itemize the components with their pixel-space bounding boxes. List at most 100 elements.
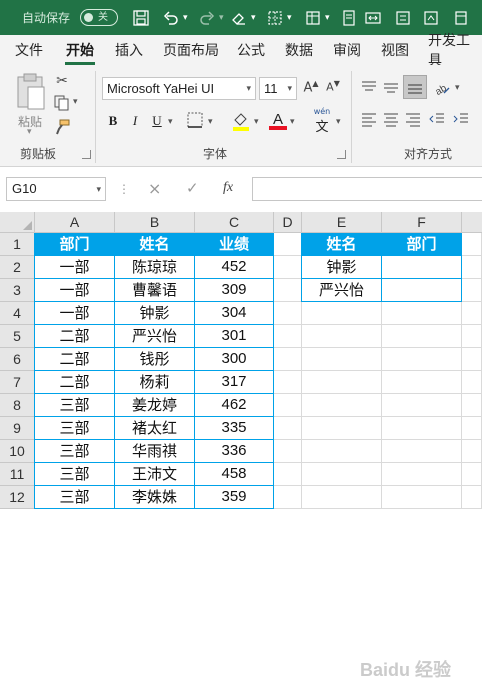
cell-d6[interactable]	[274, 348, 302, 371]
row-header[interactable]: 9	[0, 417, 35, 440]
undo-dropdown-icon[interactable]: ▾	[183, 0, 188, 35]
cell-g10[interactable]	[462, 440, 482, 463]
cell-g12[interactable]	[462, 486, 482, 509]
cell-c11[interactable]: 458	[195, 463, 274, 486]
cell-c1[interactable]: 业绩	[195, 233, 274, 256]
cell-a12[interactable]: 三部	[35, 486, 115, 509]
tab-page-layout[interactable]: 页面布局	[163, 35, 219, 65]
cell-e11[interactable]	[302, 463, 382, 486]
cell-f4[interactable]	[382, 302, 462, 325]
column-header-d[interactable]: D	[274, 212, 302, 233]
cell-f11[interactable]	[382, 463, 462, 486]
phonetic-guide-icon[interactable]: wén 文	[310, 107, 334, 135]
cell-f9[interactable]	[382, 417, 462, 440]
cell-g6[interactable]	[462, 348, 482, 371]
eraser-icon[interactable]	[228, 0, 250, 35]
decrease-indent-icon[interactable]	[428, 111, 448, 129]
copy-icon[interactable]	[52, 95, 72, 115]
cell-c9[interactable]: 335	[195, 417, 274, 440]
cell-f5[interactable]	[382, 325, 462, 348]
cell-e4[interactable]	[302, 302, 382, 325]
cell-f8[interactable]	[382, 394, 462, 417]
cell-b8[interactable]: 姜龙婷	[115, 394, 195, 417]
cell-b12[interactable]: 李姝姝	[115, 486, 195, 509]
borders-dropdown-icon[interactable]: ▾	[208, 117, 213, 127]
column-header-g[interactable]	[462, 212, 482, 233]
row-header[interactable]: 5	[0, 325, 35, 348]
autosave-toggle[interactable]: 关	[80, 9, 118, 26]
row-header[interactable]: 3	[0, 279, 35, 302]
print-preview-icon[interactable]	[338, 0, 360, 35]
cell-g11[interactable]	[462, 463, 482, 486]
cell-a10[interactable]: 三部	[35, 440, 115, 463]
fill-color-icon[interactable]	[232, 111, 252, 133]
cell-f7[interactable]	[382, 371, 462, 394]
merge-icon[interactable]	[362, 0, 384, 35]
cell-g2[interactable]	[462, 256, 482, 279]
cell-c3[interactable]: 309	[195, 279, 274, 302]
cell-c6[interactable]: 300	[195, 348, 274, 371]
column-header-a[interactable]: A	[35, 212, 115, 233]
underline-button[interactable]: U	[148, 110, 166, 132]
align-center-icon[interactable]	[382, 111, 402, 129]
cell-c7[interactable]: 317	[195, 371, 274, 394]
font-size-select[interactable]: 11 ▾	[259, 77, 297, 100]
tab-formulas[interactable]: 公式	[237, 35, 265, 65]
select-all-button[interactable]	[0, 212, 35, 233]
table-dropdown-icon[interactable]: ▾	[325, 0, 330, 35]
cell-f12[interactable]	[382, 486, 462, 509]
undo-icon[interactable]	[160, 0, 182, 35]
orientation-icon[interactable]: ab	[432, 77, 454, 99]
formula-input[interactable]	[252, 177, 482, 201]
cell-b5[interactable]: 严兴怡	[115, 325, 195, 348]
paste-icon[interactable]	[14, 73, 48, 113]
row-header[interactable]: 4	[0, 302, 35, 325]
phonetic-dropdown-icon[interactable]: ▾	[336, 117, 341, 127]
cell-a1[interactable]: 部门	[35, 233, 115, 256]
cell-b2[interactable]: 陈琼琼	[115, 256, 195, 279]
enter-icon[interactable]: ✓	[186, 179, 199, 197]
cell-a11[interactable]: 三部	[35, 463, 115, 486]
cell-b7[interactable]: 杨莉	[115, 371, 195, 394]
cell-e2[interactable]: 钟影	[302, 256, 382, 279]
increase-indent-icon[interactable]	[452, 111, 472, 129]
cell-d12[interactable]	[274, 486, 302, 509]
cell-g8[interactable]	[462, 394, 482, 417]
cell-e6[interactable]	[302, 348, 382, 371]
cell-a4[interactable]: 一部	[35, 302, 115, 325]
tab-file[interactable]: 文件	[15, 35, 43, 65]
cell-g5[interactable]	[462, 325, 482, 348]
fill-color-dropdown-icon[interactable]: ▾	[254, 117, 259, 127]
copy-dropdown-icon[interactable]: ▾	[73, 97, 78, 107]
cell-c5[interactable]: 301	[195, 325, 274, 348]
cell-g4[interactable]	[462, 302, 482, 325]
tab-home[interactable]: 开始	[66, 35, 94, 65]
cell-d11[interactable]	[274, 463, 302, 486]
tab-review[interactable]: 审阅	[333, 35, 361, 65]
borders-icon[interactable]	[264, 0, 286, 35]
insert-function-icon[interactable]: fx	[223, 180, 233, 196]
cell-c4[interactable]: 304	[195, 302, 274, 325]
cell-e1[interactable]: 姓名	[302, 233, 382, 256]
cell-d2[interactable]	[274, 256, 302, 279]
cell-d4[interactable]	[274, 302, 302, 325]
increase-font-icon[interactable]: A▲	[302, 79, 320, 95]
font-name-select[interactable]: Microsoft YaHei UI ▾	[102, 77, 256, 100]
cell-b4[interactable]: 钟影	[115, 302, 195, 325]
cell-a9[interactable]: 三部	[35, 417, 115, 440]
cell-d5[interactable]	[274, 325, 302, 348]
cell-d8[interactable]	[274, 394, 302, 417]
row-header[interactable]: 12	[0, 486, 35, 509]
bold-button[interactable]: B	[104, 110, 122, 132]
cell-e5[interactable]	[302, 325, 382, 348]
orientation-dropdown-icon[interactable]: ▾	[455, 83, 460, 93]
cell-c10[interactable]: 336	[195, 440, 274, 463]
row-header[interactable]: 10	[0, 440, 35, 463]
eraser-dropdown-icon[interactable]: ▾	[251, 0, 256, 35]
align-right-icon[interactable]	[404, 111, 424, 129]
row-header[interactable]: 8	[0, 394, 35, 417]
clipboard-launcher-icon[interactable]	[82, 150, 91, 159]
font-color-dropdown-icon[interactable]: ▾	[290, 117, 295, 127]
cell-b1[interactable]: 姓名	[115, 233, 195, 256]
cell-f2[interactable]	[382, 256, 462, 279]
